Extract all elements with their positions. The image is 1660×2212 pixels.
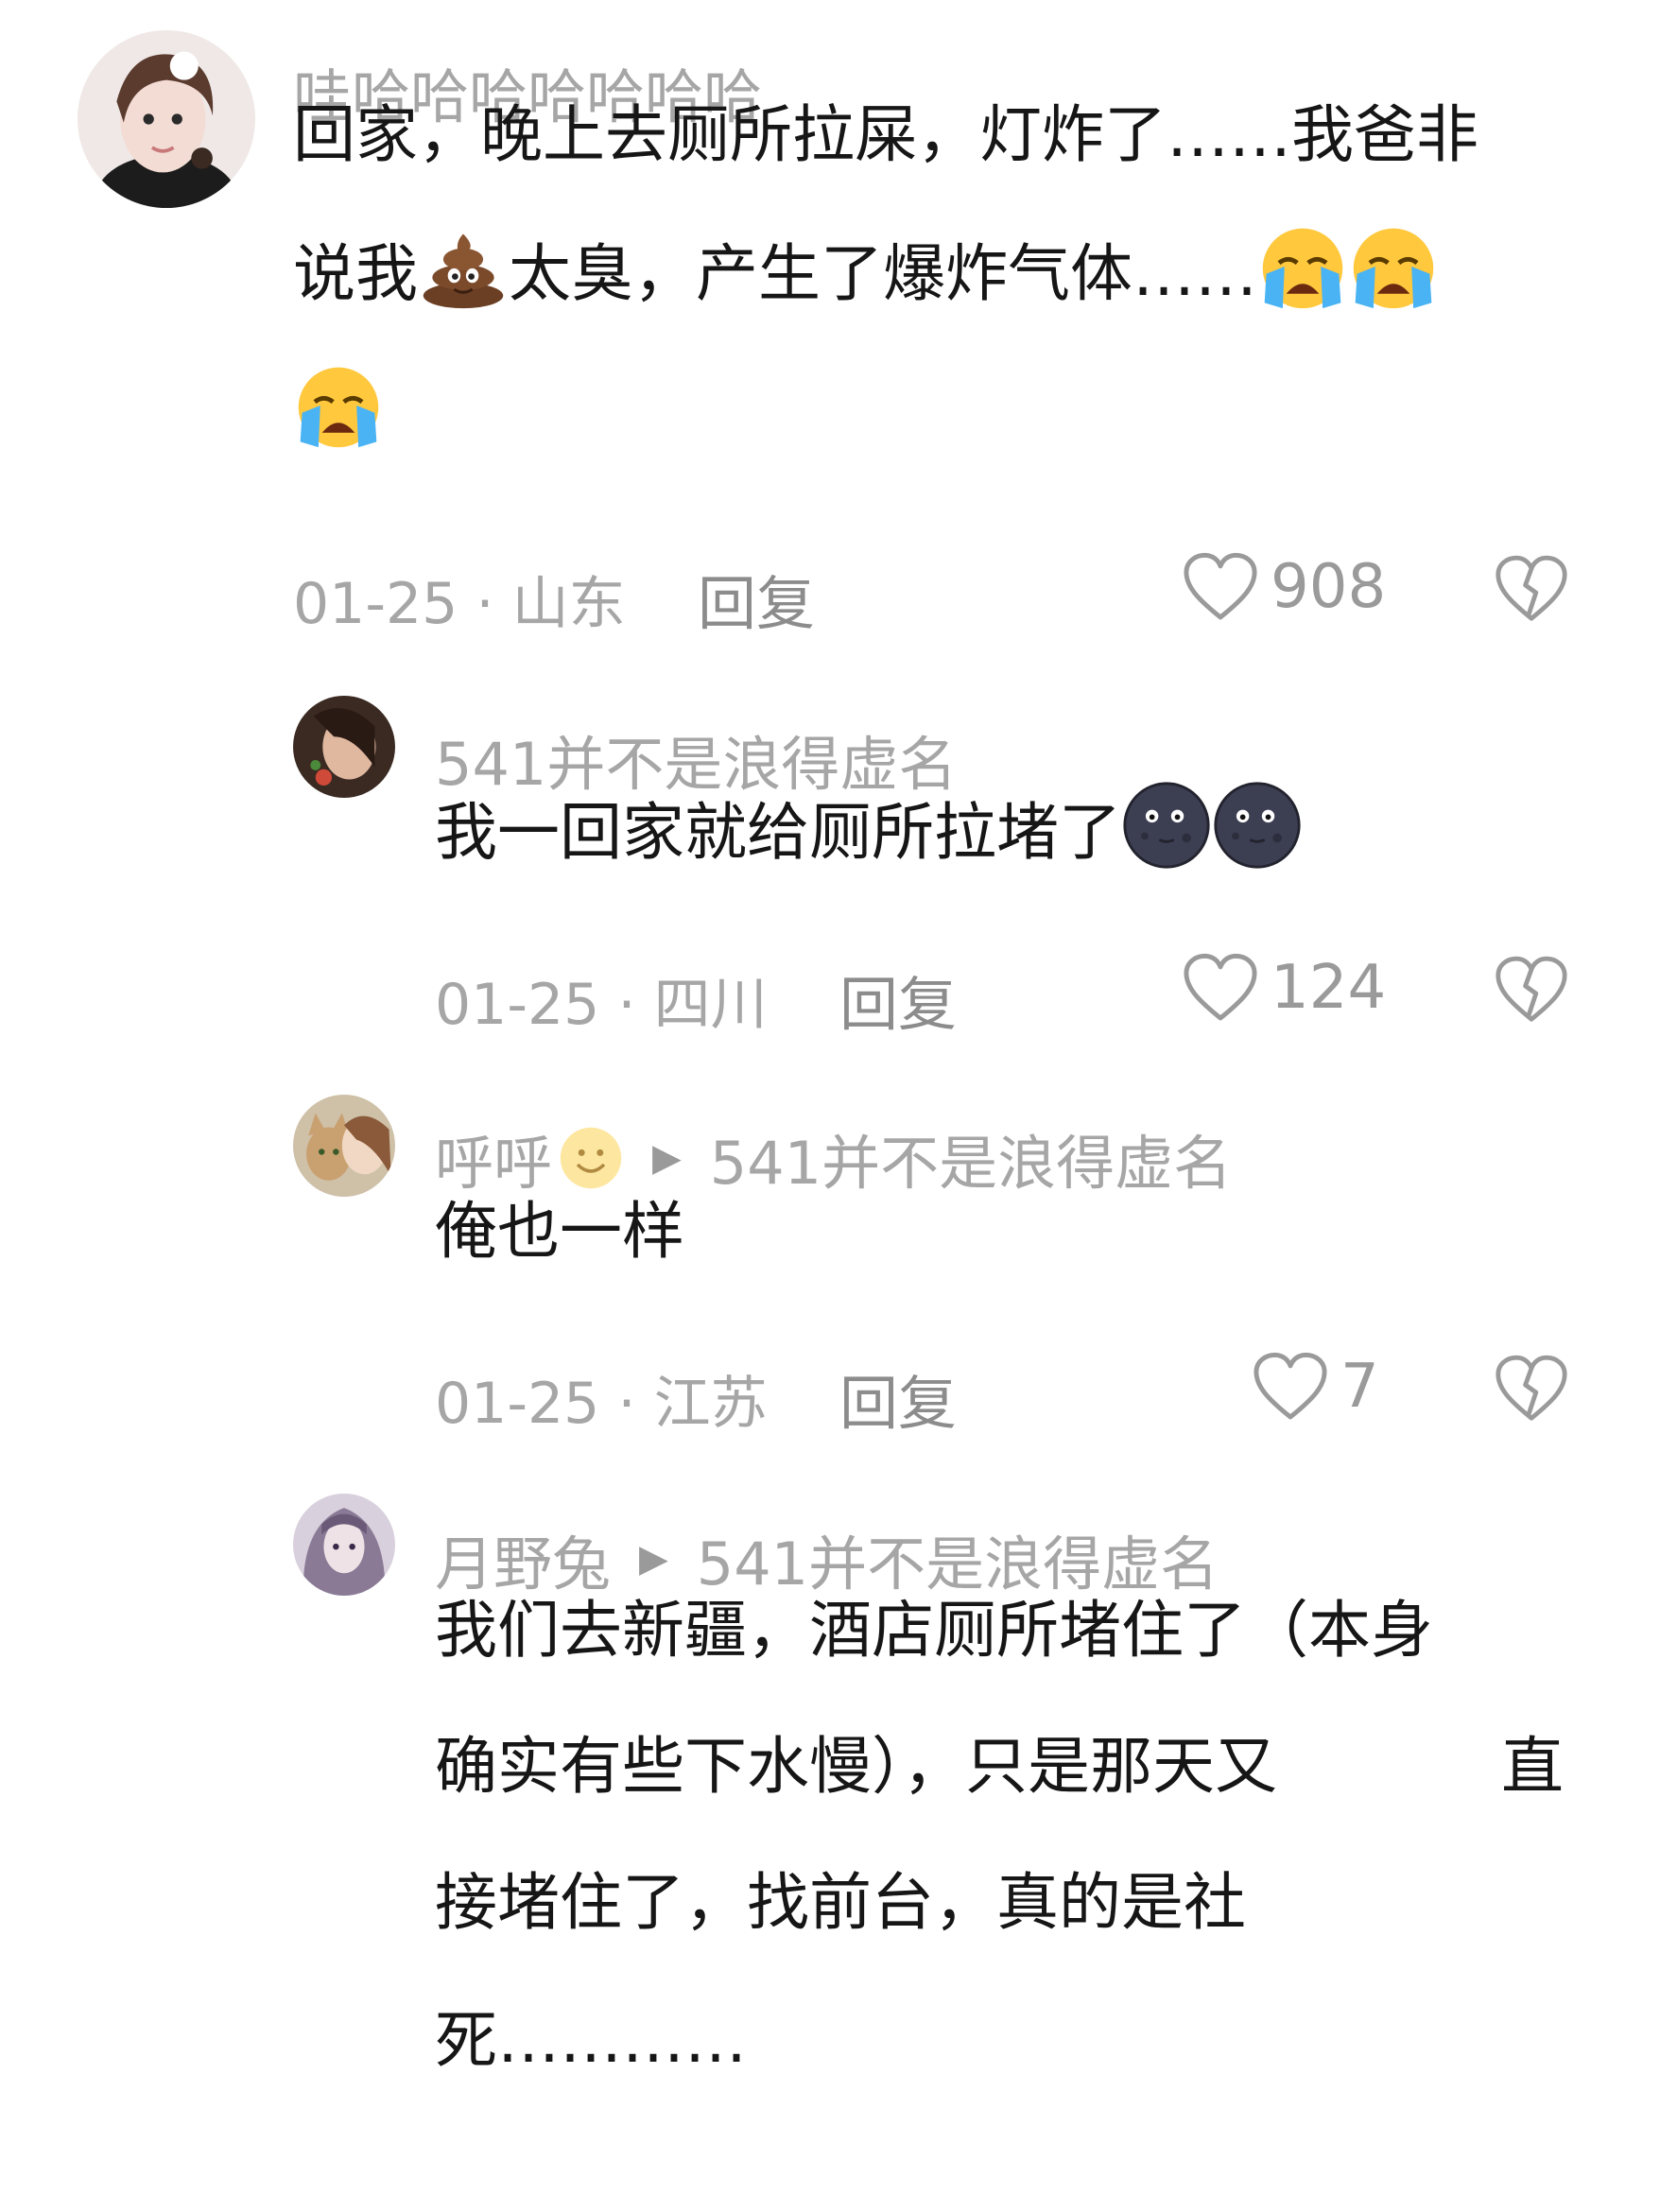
avatar[interactable] xyxy=(293,1494,395,1596)
comment-meta: 01-25 · 四川 xyxy=(435,959,768,1041)
meta-separator: · xyxy=(476,571,494,637)
comment-date: 01-25 xyxy=(435,972,600,1038)
loudly-crying-face-emoji-icon xyxy=(1257,221,1348,312)
comment-text-line: 确实有些下水慢），只是那天又 直 xyxy=(435,1698,1569,1836)
dislike-button[interactable] xyxy=(1494,955,1569,1025)
new-moon-face-emoji-icon xyxy=(1121,780,1212,871)
reply-button[interactable]: 回复 xyxy=(698,556,815,641)
avatar[interactable] xyxy=(78,30,255,208)
heart-outline-icon xyxy=(1254,1352,1327,1420)
heart-outline-icon xyxy=(1184,552,1257,620)
comment-date: 01-25 xyxy=(293,571,458,637)
comment-date: 01-25 xyxy=(435,1371,600,1437)
meta-separator: · xyxy=(617,1371,636,1437)
avatar[interactable] xyxy=(293,696,395,798)
broken-heart-icon xyxy=(1496,555,1567,621)
comment-location: 江苏 xyxy=(653,1371,768,1437)
like-button[interactable]: 908 xyxy=(1182,552,1386,622)
comment-text-segment: 说我 xyxy=(293,237,418,310)
poop-emoji-icon xyxy=(418,221,509,312)
meta-separator: · xyxy=(617,972,636,1038)
comment-location: 山东 xyxy=(511,571,626,637)
comment-text-segment: 我一回家就给厕所拉堵了 xyxy=(435,796,1121,869)
broken-heart-icon xyxy=(1496,956,1567,1022)
like-count: 7 xyxy=(1340,1352,1379,1422)
comment-meta: 01-25 · 江苏 xyxy=(435,1357,768,1440)
new-moon-face-emoji-icon xyxy=(1212,780,1303,871)
comment-text-line: 我一回家就给厕所拉堵了 xyxy=(435,764,1303,902)
like-button[interactable]: 124 xyxy=(1182,953,1386,1023)
comment-text-line: 接堵住了，找前台，真的是社 xyxy=(435,1866,1246,1939)
like-count: 124 xyxy=(1271,953,1387,1023)
like-count: 908 xyxy=(1271,552,1387,622)
comment-text-segment: 确实有些下水慢），只是那天又 xyxy=(435,1730,1277,1803)
comment-text-segment: 直 xyxy=(1501,1730,1564,1803)
comment-text-line: 我们去新疆，酒店厕所堵住了（本身 xyxy=(435,1594,1433,1667)
comment-text-line xyxy=(293,344,384,482)
reply-target[interactable]: 541并不是浪得虚名 xyxy=(710,1115,1232,1201)
comment-text-line: 死………… xyxy=(435,2004,747,2077)
comment-text-line: 回家，晚上去厕所拉屎，灯炸了……我爸非 xyxy=(293,98,1478,171)
comment-text-segment: 太臭，产生了爆炸气体…… xyxy=(509,237,1257,310)
broken-heart-icon xyxy=(1496,1355,1567,1421)
loudly-crying-face-emoji-icon xyxy=(1348,221,1439,312)
comment-location: 四川 xyxy=(653,972,768,1038)
dislike-button[interactable] xyxy=(1494,1354,1569,1424)
comment-meta: 01-25 · 山东 xyxy=(293,558,626,640)
dislike-button[interactable] xyxy=(1494,554,1569,624)
like-button[interactable]: 7 xyxy=(1252,1352,1379,1422)
avatar[interactable] xyxy=(293,1095,395,1197)
reply-button[interactable]: 回复 xyxy=(839,1356,957,1441)
heart-outline-icon xyxy=(1184,953,1257,1021)
loudly-crying-face-emoji-icon xyxy=(293,360,384,451)
reply-button[interactable]: 回复 xyxy=(839,957,957,1042)
comment-text-line: 说我 太臭，产生了爆炸气体…… xyxy=(293,205,1439,343)
comment-text-line: 俺也一样 xyxy=(435,1195,684,1268)
